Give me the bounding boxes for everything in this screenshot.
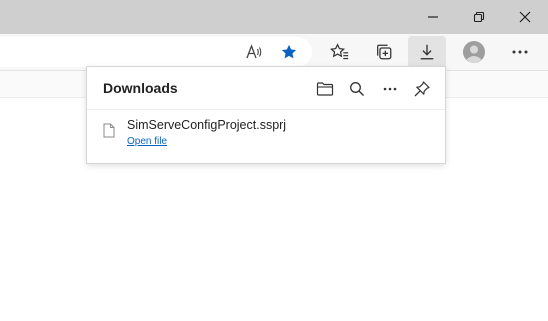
search-icon	[350, 82, 364, 96]
open-file-link[interactable]: Open file	[127, 136, 167, 147]
read-aloud-button[interactable]	[236, 34, 272, 70]
title-bar	[0, 0, 548, 34]
file-icon	[103, 123, 115, 138]
open-downloads-folder-button[interactable]	[310, 75, 340, 103]
star-filled-icon	[281, 44, 297, 59]
downloads-more-options-button[interactable]	[375, 75, 405, 103]
download-file-name: SimServeConfigProject.ssprj	[127, 118, 287, 132]
collections-button[interactable]	[366, 34, 402, 70]
close-icon	[519, 11, 531, 23]
profile-avatar-icon	[463, 41, 485, 63]
more-icon	[383, 87, 397, 91]
favorites-icon	[330, 43, 349, 60]
restore-button[interactable]	[456, 0, 502, 34]
collections-icon	[377, 44, 392, 60]
download-item[interactable]: SimServeConfigProject.ssprj Open file	[99, 115, 433, 155]
close-window-button[interactable]	[502, 0, 548, 34]
pin-icon	[414, 81, 430, 97]
more-icon	[512, 50, 528, 54]
pin-downloads-button[interactable]	[407, 75, 437, 103]
panel-divider	[87, 109, 445, 110]
minimize-button[interactable]	[410, 0, 456, 34]
downloads-button[interactable]	[408, 36, 446, 68]
downloads-panel-title: Downloads	[103, 80, 178, 96]
read-aloud-icon	[246, 44, 262, 59]
settings-more-button[interactable]	[502, 34, 538, 70]
favorite-page-button[interactable]	[271, 34, 307, 70]
downloads-panel: Downloads SimServeConfigProject.ssprj Op…	[86, 66, 446, 164]
profile-button[interactable]	[456, 34, 492, 70]
search-downloads-button[interactable]	[342, 75, 372, 103]
minimize-icon	[428, 16, 438, 18]
folder-icon	[316, 82, 334, 96]
download-icon	[420, 44, 434, 60]
restore-icon	[473, 11, 485, 23]
favorites-button[interactable]	[322, 34, 358, 70]
